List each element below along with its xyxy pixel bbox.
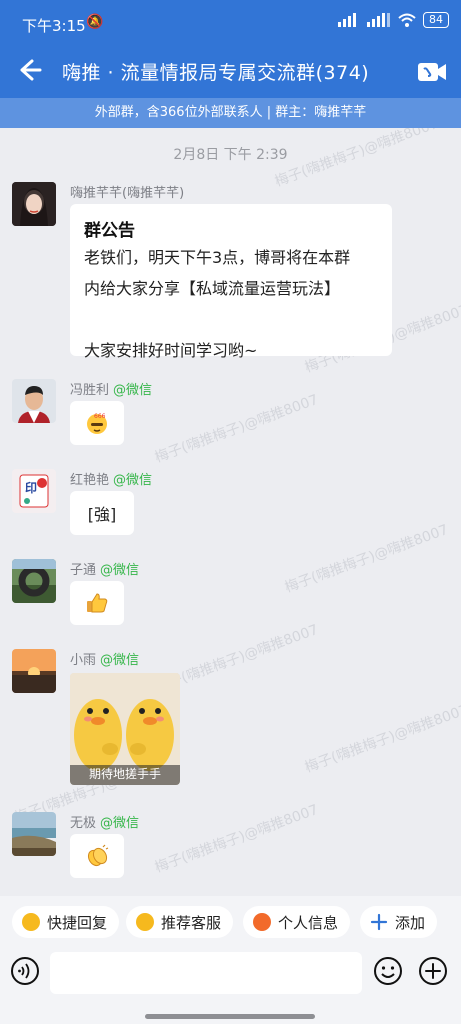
recommend-service-icon bbox=[136, 913, 154, 931]
message-item: 无极 @微信 bbox=[0, 812, 461, 882]
back-arrow-icon[interactable] bbox=[12, 54, 44, 86]
message-item: 子通 @微信 bbox=[0, 559, 461, 629]
sender-name: 冯胜利 @微信 bbox=[70, 383, 153, 398]
message-text: [強] bbox=[87, 505, 117, 524]
svg-text:印: 印 bbox=[25, 481, 37, 495]
emoji-message-bubble[interactable] bbox=[70, 581, 124, 625]
sender-name: 小雨 @微信 bbox=[70, 653, 140, 668]
svg-text:666: 666 bbox=[94, 413, 106, 420]
sender-name: 无极 @微信 bbox=[70, 816, 140, 831]
plus-icon bbox=[370, 913, 388, 931]
emoji-666-icon: 666 bbox=[87, 413, 107, 434]
battery-indicator: 84 bbox=[423, 12, 449, 28]
avatar[interactable]: 印 bbox=[12, 469, 56, 513]
avatar[interactable] bbox=[12, 379, 56, 423]
message-timestamp: 2月8日 下午 2:39 bbox=[173, 147, 288, 163]
text-message-bubble[interactable]: [強] bbox=[70, 491, 134, 535]
personal-info-button[interactable]: 个人信息 bbox=[243, 906, 351, 938]
chat-header: 嗨推 · 流量情报局专属交流群(374) bbox=[0, 46, 461, 98]
alarm-off-icon: 🔕 bbox=[86, 14, 104, 30]
emoji-message-bubble[interactable]: 666 bbox=[70, 401, 124, 445]
sender-name: 嗨推芊芊(嗨推芊芊) bbox=[70, 186, 185, 201]
recommend-service-button[interactable]: 推荐客服 bbox=[126, 906, 234, 938]
signal-icon bbox=[338, 13, 356, 27]
personal-info-icon bbox=[253, 913, 271, 931]
add-button[interactable]: 添加 bbox=[360, 906, 438, 938]
thumbs-up-icon bbox=[87, 593, 108, 613]
chat-title: 嗨推 · 流量情报局专属交流群(374) bbox=[62, 62, 370, 84]
avatar[interactable] bbox=[12, 812, 56, 856]
quick-reply-icon bbox=[22, 913, 40, 931]
quick-action-bar: 快捷回复 推荐客服 个人信息 添加 bbox=[0, 896, 461, 948]
chat-area[interactable]: 梅子(嗨推梅子)@嗨推8007 梅子(嗨推梅子)@嗨推8007 梅子(嗨推梅子)… bbox=[0, 128, 461, 896]
announcement-title: 群公告 bbox=[84, 221, 135, 241]
group-info-bar[interactable]: 外部群，含366位外部联系人 | 群主：嗨推芊芊 bbox=[0, 98, 461, 128]
message-item: 嗨推芊芊(嗨推芊芊) 群公告 老铁们，明天下午3点，博哥将在本群 内给大家分享【… bbox=[0, 182, 461, 362]
home-indicator[interactable] bbox=[145, 1014, 315, 1019]
message-item: 小雨 @微信 期待地搓手手 bbox=[0, 649, 461, 789]
quick-reply-button[interactable]: 快捷回复 bbox=[12, 906, 120, 938]
status-time: 下午3:15 bbox=[22, 17, 86, 35]
sticker-image[interactable]: 期待地搓手手 bbox=[70, 673, 180, 785]
clapping-hands-icon bbox=[87, 844, 109, 867]
avatar[interactable] bbox=[12, 559, 56, 603]
sender-name: 红艳艳 @微信 bbox=[70, 473, 153, 488]
status-indicators: 84 bbox=[338, 12, 449, 28]
status-bar: 下午3:15 🔕 84 bbox=[0, 0, 461, 46]
hd-signal-icon bbox=[367, 13, 390, 27]
sticker-caption: 期待地搓手手 bbox=[88, 767, 161, 781]
more-options-plus-icon[interactable] bbox=[418, 956, 448, 986]
emoji-picker-icon[interactable] bbox=[373, 956, 403, 986]
group-announcement-bubble[interactable]: 群公告 老铁们，明天下午3点，博哥将在本群 内给大家分享【私域流量运营玩法】 大… bbox=[70, 204, 392, 360]
wifi-icon bbox=[398, 13, 416, 27]
announcement-text: 老铁们，明天下午3点，博哥将在本群 内给大家分享【私域流量运营玩法】 大家安排好… bbox=[84, 248, 351, 360]
message-item: 冯胜利 @微信 666 bbox=[0, 379, 461, 449]
avatar[interactable] bbox=[12, 182, 56, 226]
voice-input-icon[interactable] bbox=[10, 956, 40, 986]
message-item: 印 红艳艳 @微信 [強] bbox=[0, 469, 461, 539]
sender-name: 子通 @微信 bbox=[70, 563, 140, 578]
avatar[interactable] bbox=[12, 649, 56, 693]
input-bar bbox=[0, 948, 461, 1024]
video-call-icon[interactable] bbox=[417, 58, 447, 86]
message-input[interactable] bbox=[50, 952, 362, 994]
emoji-message-bubble[interactable] bbox=[70, 834, 124, 878]
